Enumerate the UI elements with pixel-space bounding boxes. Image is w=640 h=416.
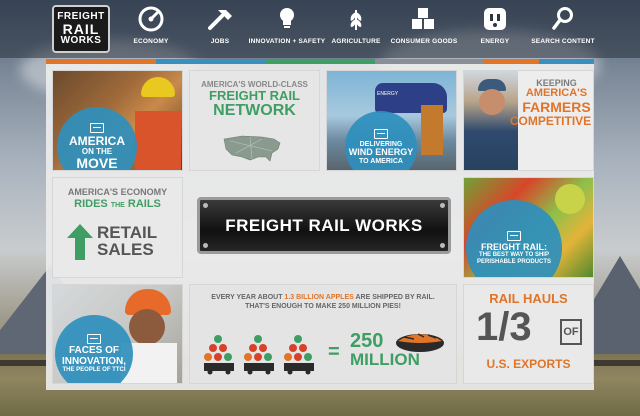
tile-rail-hauls-exports[interactable]: RAIL HAULS 1/3 OF U.S. EXPORTS: [463, 284, 594, 384]
worker-vest: [135, 111, 181, 170]
wind-energy-badge: DELIVERING WIND ENERGY TO AMERICA: [345, 111, 417, 170]
nav-economy[interactable]: ECONOMY: [134, 6, 168, 54]
nav-search-label: SEARCH CONTENT: [531, 38, 595, 45]
exports-of-box: OF: [560, 319, 582, 345]
america-move-badge: AMERICA ON THE MOVE: [57, 107, 137, 170]
farmers-line4: COMPETITIVE: [509, 113, 592, 128]
vegetables-photo: [555, 184, 585, 214]
pie-icon: [396, 333, 444, 352]
tile-farmers-competitive[interactable]: KEEPING AMERICA'S FARMERS COMPETITIVE: [463, 70, 594, 171]
lightbulb-icon: [277, 6, 297, 32]
nav-energy[interactable]: ENERGY: [480, 6, 510, 54]
tile-america-on-the-move[interactable]: AMERICA ON THE MOVE: [52, 70, 183, 171]
network-line3: NETWORK: [213, 102, 296, 120]
apples-line1c: ARE SHIPPED BY RAIL.: [355, 294, 435, 301]
boxes-icon: [410, 6, 438, 32]
economy-rides: RIDES: [74, 197, 108, 210]
video-icon: [374, 128, 388, 139]
video-icon: [90, 123, 104, 134]
network-line2: FREIGHT RAIL: [209, 88, 300, 104]
economy-sales: SALES: [97, 240, 154, 259]
nav-jobs-label: JOBS: [210, 38, 230, 45]
exports-fraction: 1/3: [476, 305, 532, 349]
nav-economy-label: ECONOMY: [133, 38, 169, 45]
wheat-icon: [343, 6, 369, 32]
tile-economy-retail-sales[interactable]: AMERICA'S ECONOMY RIDES THE RAILS RETAIL…: [52, 177, 183, 278]
tile-wind-energy[interactable]: ENERGY DELIVERING WIND ENERGY TO AMERICA: [326, 70, 457, 171]
truck-label: ENERGY: [377, 91, 399, 97]
hammer-icon: [206, 6, 234, 32]
nav-agriculture-label: AGRICULTURE: [331, 38, 381, 45]
economy-gauge-icon: [138, 6, 164, 32]
faces-badge: FACES OF INNOVATION, THE PEOPLE OF TTCI: [55, 315, 133, 383]
outlet-icon: [482, 6, 508, 32]
wind-crane: [421, 105, 443, 155]
tile-freight-rail-network[interactable]: AMERICA'S WORLD-CLASS FREIGHT RAIL NETWO…: [189, 70, 320, 171]
apple-crates-icon: [204, 335, 314, 375]
economy-retail: RETAIL: [97, 223, 158, 242]
nav-agriculture[interactable]: AGRICULTURE: [331, 6, 381, 54]
nav-jobs[interactable]: JOBS: [203, 6, 237, 54]
video-icon: [507, 230, 521, 241]
perishable-badge: FREIGHT RAIL: THE BEST WAY TO SHIP PERIS…: [466, 200, 562, 277]
nav-innovation-safety[interactable]: INNOVATION + SAFETY: [249, 6, 325, 54]
freight-rail-works-logo[interactable]: FREIGHT RAIL WORKS: [52, 5, 110, 53]
search-icon: [551, 6, 575, 32]
tile-faces-of-innovation[interactable]: FACES OF INNOVATION, THE PEOPLE OF TTCI: [52, 284, 183, 384]
worker-hardhat: [141, 77, 175, 97]
economy-the: THE: [110, 201, 125, 209]
apples-line2: THAT'S ENOUGH TO MAKE 250 MILLION PIES!: [245, 303, 401, 311]
nav-energy-label: ENERGY: [480, 38, 510, 45]
video-icon: [87, 334, 101, 345]
content-grid: AMERICA ON THE MOVE AMERICA'S WORLD-CLAS…: [46, 64, 594, 390]
tile-apples-pies[interactable]: EVERY YEAR ABOUT 1.3 BILLION APPLES ARE …: [189, 284, 457, 384]
exports-line1: RAIL HAULS: [489, 291, 568, 306]
economy-rails: RAILS: [127, 197, 161, 210]
nav-innovation-label: INNOVATION + SAFETY: [248, 38, 326, 45]
economy-line1: AMERICA'S ECONOMY: [67, 187, 168, 197]
top-navigation: FREIGHT RAIL WORKS ECONOMY JOBS INNOVATI…: [0, 0, 640, 58]
exports-line3: U.S. EXPORTS: [486, 357, 571, 371]
freight-rail-works-plaque[interactable]: FREIGHT RAIL WORKS: [197, 197, 451, 254]
us-map-icon: [223, 135, 281, 162]
nav-consumer-goods-label: CONSUMER GOODS: [390, 38, 458, 45]
apples-line1a: EVERY YEAR ABOUT: [211, 294, 283, 301]
equals-sign: =: [328, 341, 340, 363]
farmers-line3: FARMERS: [522, 98, 591, 115]
nav-consumer-goods[interactable]: CONSUMER GOODS: [391, 6, 457, 54]
plaque-text: FREIGHT RAIL WORKS: [225, 215, 423, 235]
nav-search-content[interactable]: SEARCH CONTENT: [531, 6, 595, 54]
tile-perishable-products[interactable]: FREIGHT RAIL: THE BEST WAY TO SHIP PERIS…: [463, 177, 594, 278]
worker-face: [129, 309, 165, 345]
up-arrow-icon: [67, 224, 93, 260]
apples-line1b: 1.3 BILLION APPLES: [284, 294, 354, 301]
